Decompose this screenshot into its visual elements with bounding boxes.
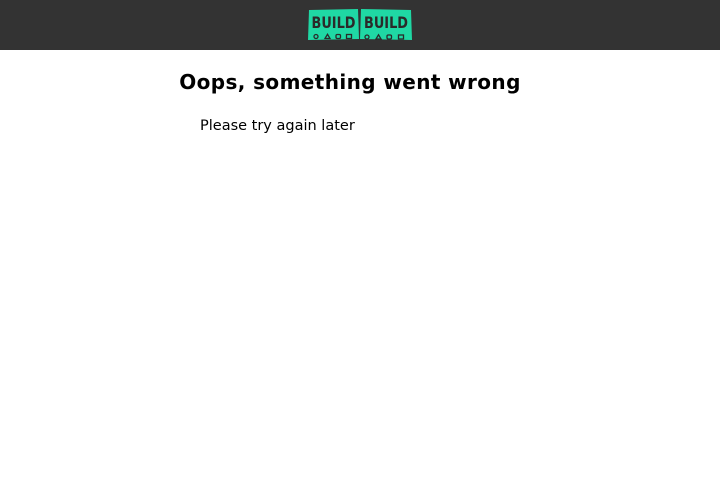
error-title: Oops, something went wrong <box>179 70 521 94</box>
logo-text-left: BUILD <box>312 13 356 32</box>
logo-text-right: BUILD <box>364 13 408 32</box>
top-bar: BUILD BUILD <box>0 0 720 50</box>
buildbuild-logo-icon[interactable]: BUILD BUILD <box>308 9 412 42</box>
error-message: Please try again later <box>200 118 355 134</box>
